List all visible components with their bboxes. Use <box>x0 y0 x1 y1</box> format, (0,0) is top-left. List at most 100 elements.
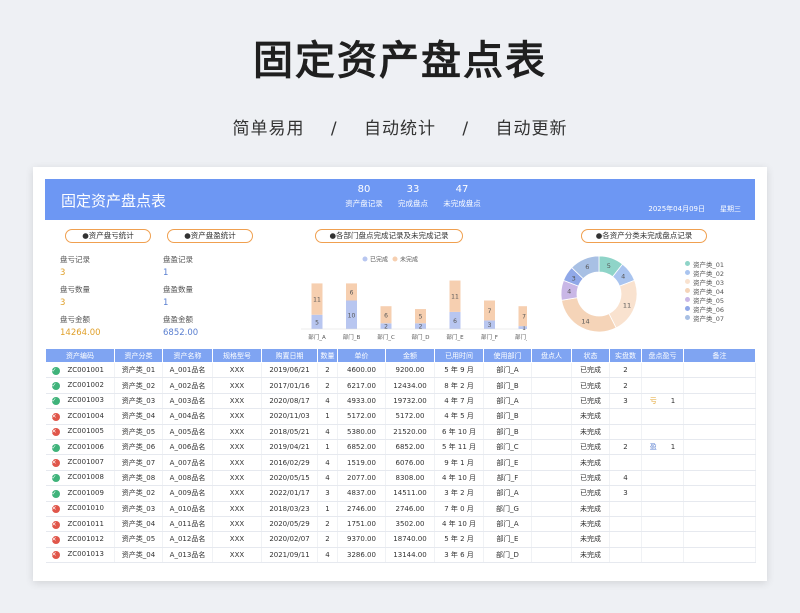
cell-price[interactable]: 4933.00 <box>337 393 386 410</box>
cell-spec[interactable]: XXX <box>212 424 262 440</box>
cell-date[interactable]: 2020/11/03 <box>261 408 318 425</box>
cell-qty[interactable]: 1 <box>317 439 338 456</box>
cell-price[interactable]: 1751.00 <box>337 516 386 533</box>
cell-price[interactable]: 9370.00 <box>337 531 386 548</box>
column-header[interactable]: 购置日期 <box>261 348 318 363</box>
cell-price[interactable]: 2077.00 <box>337 470 386 487</box>
cell-diff[interactable] <box>641 362 684 379</box>
cell-amt[interactable]: 14511.00 <box>385 485 435 502</box>
cell-amt[interactable]: 3502.00 <box>385 516 435 533</box>
cell-diff[interactable] <box>641 501 684 517</box>
cell-spec[interactable]: XXX <box>212 377 262 394</box>
asset-code-cell[interactable]: ✓ ZC001002 <box>45 377 115 394</box>
asset-code-cell[interactable]: ✓ ZC001008 <box>45 470 115 487</box>
cell-dept[interactable]: 部门_A <box>483 393 532 410</box>
cell-status[interactable]: 未完成 <box>571 424 610 440</box>
cell-real[interactable]: 2 <box>609 377 642 394</box>
column-header[interactable]: 盘点盈亏 <box>641 348 684 363</box>
cell-price[interactable]: 3286.00 <box>337 547 386 564</box>
cell-dept[interactable]: 部门_B <box>483 377 532 394</box>
cell-dept[interactable]: 部门_E <box>483 531 532 548</box>
cell-name[interactable]: A_007品名 <box>162 454 213 471</box>
cell-status[interactable]: 未完成 <box>571 454 610 471</box>
cell-status[interactable]: 已完成 <box>571 362 610 379</box>
cell-real[interactable] <box>609 424 642 440</box>
table-row[interactable]: ✓ ZC001006 资产类_06 A_006品名 XXX 2019/04/21 1 6852… <box>45 439 756 456</box>
asset-code-cell[interactable]: ✓ ZC001006 <box>45 439 115 456</box>
cell-date[interactable]: 2020/02/07 <box>261 531 318 548</box>
cell-cat[interactable]: 资产类_06 <box>114 439 163 456</box>
cell-used[interactable]: 8 年 2 月 <box>434 377 484 394</box>
cell-qty[interactable]: 2 <box>317 531 338 548</box>
cell-used[interactable]: 7 年 0 月 <box>434 501 484 517</box>
cell-amt[interactable]: 2746.00 <box>385 501 435 517</box>
cell-date[interactable]: 2019/04/21 <box>261 439 318 456</box>
cell-diff[interactable]: 亏1 <box>641 393 684 410</box>
cell-dept[interactable]: 部门_G <box>483 501 532 517</box>
cell-diff[interactable] <box>641 424 684 440</box>
cell-price[interactable]: 5380.00 <box>337 424 386 440</box>
cell-diff[interactable] <box>641 377 684 394</box>
asset-code-cell[interactable]: ✓ ZC001001 <box>45 362 115 379</box>
cell-amt[interactable]: 13144.00 <box>385 547 435 564</box>
cell-diff[interactable]: 盈1 <box>641 439 684 456</box>
cell-cat[interactable]: 资产类_08 <box>114 470 163 487</box>
cell-name[interactable]: A_009品名 <box>162 485 213 502</box>
cell-spec[interactable]: XXX <box>212 362 262 379</box>
cell-name[interactable]: A_011品名 <box>162 516 213 533</box>
column-header[interactable]: 资产名称 <box>162 348 213 363</box>
cell-checker[interactable] <box>531 377 572 394</box>
cell-qty[interactable]: 2 <box>317 516 338 533</box>
cell-cat[interactable]: 资产类_05 <box>114 424 163 440</box>
cell-status[interactable]: 未完成 <box>571 408 610 425</box>
cell-cat[interactable]: 资产类_02 <box>114 377 163 394</box>
cell-price[interactable]: 6852.00 <box>337 439 386 456</box>
cell-dept[interactable]: 部门_D <box>483 547 532 564</box>
cell-qty[interactable]: 1 <box>317 408 338 425</box>
cell-name[interactable]: A_004品名 <box>162 408 213 425</box>
cell-checker[interactable] <box>531 501 572 517</box>
cell-cat[interactable]: 资产类_04 <box>114 516 163 533</box>
cell-note[interactable] <box>683 439 756 456</box>
table-row[interactable]: ✕ ZC001011 资产类_04 A_011品名 XXX 2020/05/29 2 1751… <box>45 516 756 533</box>
cell-cat[interactable]: 资产类_04 <box>114 547 163 564</box>
cell-spec[interactable]: XXX <box>212 501 262 517</box>
cell-amt[interactable]: 6076.00 <box>385 454 435 471</box>
cell-note[interactable] <box>683 501 756 517</box>
cell-used[interactable]: 5 年 2 月 <box>434 531 484 548</box>
asset-code-cell[interactable]: ✕ ZC001012 <box>45 531 115 548</box>
cell-used[interactable]: 5 年 11 月 <box>434 439 484 456</box>
cell-diff[interactable] <box>641 408 684 425</box>
column-header[interactable]: 资产分类 <box>114 348 163 363</box>
cell-name[interactable]: A_013品名 <box>162 547 213 564</box>
table-row[interactable]: ✕ ZC001010 资产类_03 A_010品名 XXX 2018/03/23 1 2746… <box>45 501 756 517</box>
cell-dept[interactable]: 部门_E <box>483 454 532 471</box>
cell-used[interactable]: 5 年 9 月 <box>434 362 484 379</box>
cell-qty[interactable]: 2 <box>317 377 338 394</box>
cell-checker[interactable] <box>531 470 572 487</box>
cell-used[interactable]: 3 年 2 月 <box>434 485 484 502</box>
column-header[interactable]: 金额 <box>385 348 435 363</box>
cell-amt[interactable]: 21520.00 <box>385 424 435 440</box>
cell-date[interactable]: 2016/02/29 <box>261 454 318 471</box>
cell-price[interactable]: 4837.00 <box>337 485 386 502</box>
cell-real[interactable] <box>609 516 642 533</box>
cell-dept[interactable]: 部门_C <box>483 439 532 456</box>
cell-note[interactable] <box>683 424 756 440</box>
table-row[interactable]: ✓ ZC001001 资产类_01 A_001品名 XXX 2019/06/21 2 4600… <box>45 362 756 379</box>
table-row[interactable]: ✕ ZC001013 资产类_04 A_013品名 XXX 2021/09/11 4 3286… <box>45 547 756 564</box>
table-row[interactable]: ✓ ZC001009 资产类_02 A_009品名 XXX 2022/01/17 3 4837… <box>45 485 756 502</box>
cell-date[interactable]: 2020/08/17 <box>261 393 318 410</box>
cell-real[interactable]: 2 <box>609 362 642 379</box>
cell-checker[interactable] <box>531 362 572 379</box>
cell-spec[interactable]: XXX <box>212 470 262 487</box>
table-row[interactable]: ✕ ZC001005 资产类_05 A_005品名 XXX 2018/05/21 4 5380… <box>45 424 756 440</box>
cell-price[interactable]: 6217.00 <box>337 377 386 394</box>
cell-amt[interactable]: 19732.00 <box>385 393 435 410</box>
cell-checker[interactable] <box>531 531 572 548</box>
column-header[interactable]: 盘点人 <box>531 348 572 363</box>
cell-qty[interactable]: 4 <box>317 547 338 564</box>
cell-status[interactable]: 未完成 <box>571 531 610 548</box>
asset-code-cell[interactable]: ✕ ZC001005 <box>45 424 115 440</box>
cell-real[interactable]: 2 <box>609 439 642 456</box>
